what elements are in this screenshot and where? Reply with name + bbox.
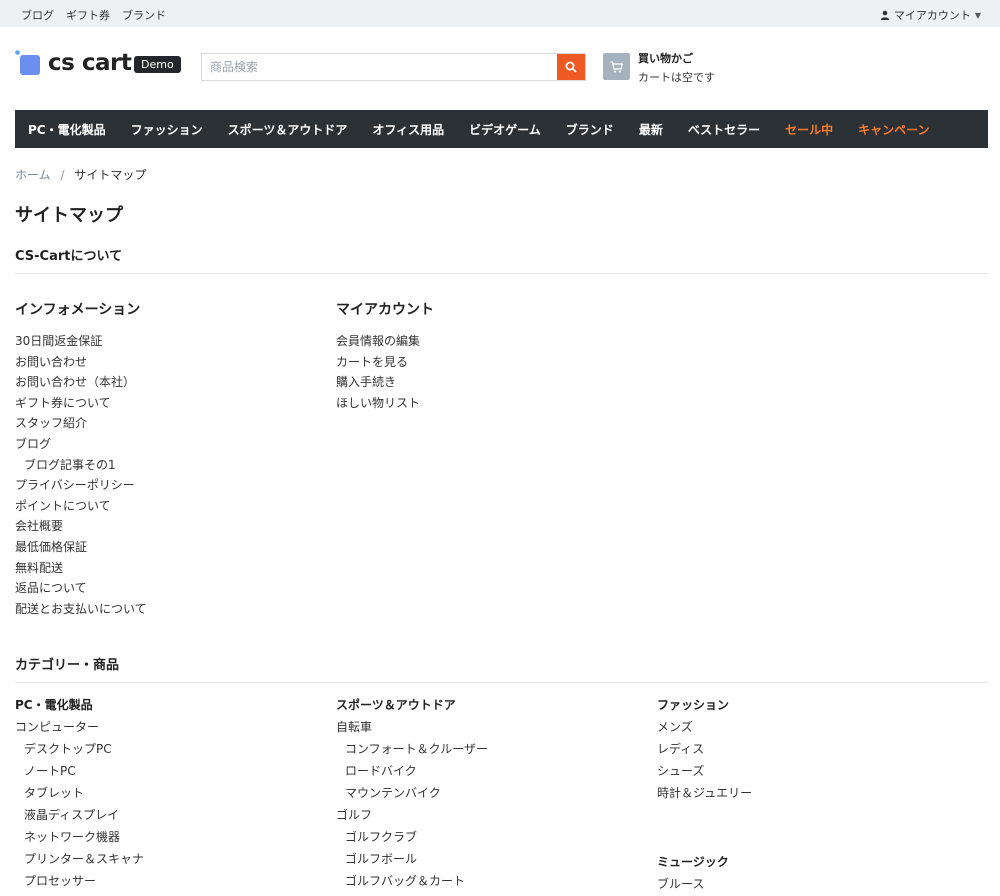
- category-link[interactable]: ゴルフボール: [336, 848, 488, 870]
- breadcrumb-separator: /: [60, 168, 65, 182]
- nav-item-new[interactable]: 最新: [639, 121, 663, 138]
- cart-title: 買い物かご: [638, 52, 693, 65]
- info-list: 30日間返金保証 お問い合わせ お問い合わせ（本社） ギフト券について スタッフ…: [15, 331, 147, 619]
- category-link[interactable]: ゴルフバッグ＆カート: [336, 870, 488, 892]
- nav-item-on-sale[interactable]: セール中: [785, 121, 833, 138]
- user-icon: [880, 10, 890, 20]
- nav-item-brands[interactable]: ブランド: [566, 121, 614, 138]
- top-link-gift-card[interactable]: ギフト券: [66, 7, 110, 23]
- top-bar: ブログ ギフト券 ブランド マイアカウント ▼: [0, 0, 1000, 27]
- category-link[interactable]: ロードバイク: [336, 760, 488, 782]
- category-link[interactable]: 液晶ディスプレイ: [15, 804, 144, 826]
- account-label: マイアカウント: [893, 9, 971, 22]
- info-link[interactable]: 返品について: [15, 578, 147, 599]
- demo-badge: Demo: [134, 56, 181, 73]
- info-link[interactable]: ブログ記事その1: [15, 455, 147, 476]
- my-account-list: 会員情報の編集 カートを見る 購入手続き ほしい物リスト: [336, 331, 420, 413]
- category-fashion: ファッション メンズ レディス シューズ 時計＆ジュエリー: [657, 694, 752, 804]
- nav-item-pc-electronics[interactable]: PC・電化製品: [28, 121, 106, 138]
- category-link[interactable]: ゴルフクラブ: [336, 826, 488, 848]
- nav-item-campaign[interactable]: キャンペーン: [858, 121, 929, 138]
- cart-icon: [610, 60, 623, 72]
- cart-status: カートは空です: [638, 71, 715, 84]
- category-link[interactable]: ネットワーク機器: [15, 826, 144, 848]
- info-link[interactable]: プライバシーポリシー: [15, 475, 147, 496]
- category-pc: PC・電化製品 コンピューター デスクトップPC ノートPC タブレット 液晶デ…: [15, 694, 144, 892]
- breadcrumb-home[interactable]: ホーム: [15, 168, 51, 182]
- category-link[interactable]: ゴルフ: [336, 804, 488, 826]
- section-categories: カテゴリー・商品: [15, 654, 988, 683]
- section-about: CS-Cartについて: [15, 245, 988, 274]
- category-music: ミュージック ブルース: [657, 851, 729, 895]
- info-link[interactable]: ギフト券について: [15, 393, 147, 414]
- page-title: サイトマップ: [15, 205, 123, 226]
- my-account-title: マイアカウント: [336, 302, 434, 318]
- nav-item-sports-outdoor[interactable]: スポーツ＆アウトドア: [228, 121, 348, 138]
- logo-text[interactable]: cs cart: [48, 50, 132, 76]
- category-link[interactable]: メンズ: [657, 716, 752, 738]
- logo-icon[interactable]: [15, 50, 43, 78]
- top-links: ブログ ギフト券 ブランド: [21, 7, 166, 23]
- cart-widget[interactable]: 買い物かご カートは空です: [603, 53, 715, 85]
- breadcrumb: ホーム / サイトマップ: [15, 166, 146, 183]
- nav-item-office[interactable]: オフィス用品: [372, 121, 444, 138]
- info-link[interactable]: 無料配送: [15, 558, 147, 579]
- my-account-link[interactable]: 会員情報の編集: [336, 331, 420, 352]
- category-link[interactable]: シューズ: [657, 760, 752, 782]
- info-link[interactable]: 会社概要: [15, 516, 147, 537]
- category-link[interactable]: ブルース: [657, 873, 729, 895]
- category-link[interactable]: ノートPC: [15, 760, 144, 782]
- category-link[interactable]: レディス: [657, 738, 752, 760]
- category-link[interactable]: デスクトップPC: [15, 738, 144, 760]
- nav-item-video-games[interactable]: ビデオゲーム: [469, 121, 541, 138]
- search-input[interactable]: [202, 54, 557, 80]
- info-title: インフォメーション: [15, 302, 141, 318]
- category-title[interactable]: PC・電化製品: [15, 694, 144, 716]
- chevron-down-icon: ▼: [974, 10, 981, 20]
- my-account-link[interactable]: カートを見る: [336, 352, 420, 373]
- category-title[interactable]: ミュージック: [657, 851, 729, 873]
- category-link[interactable]: コンフォート＆クルーザー: [336, 738, 488, 760]
- category-title[interactable]: ファッション: [657, 694, 752, 716]
- info-link[interactable]: ポイントについて: [15, 496, 147, 517]
- info-link[interactable]: 配送とお支払いについて: [15, 599, 147, 620]
- nav-item-bestsellers[interactable]: ベストセラー: [688, 121, 760, 138]
- category-link[interactable]: コンピューター: [15, 716, 144, 738]
- breadcrumb-current: サイトマップ: [74, 168, 147, 182]
- info-link[interactable]: 最低価格保証: [15, 537, 147, 558]
- search-icon: [565, 61, 577, 73]
- category-link[interactable]: 自転車: [336, 716, 488, 738]
- top-link-brands[interactable]: ブランド: [122, 7, 166, 23]
- my-account-link[interactable]: ほしい物リスト: [336, 393, 420, 414]
- category-link[interactable]: プロセッサー: [15, 870, 144, 892]
- category-link[interactable]: マウンテンバイク: [336, 782, 488, 804]
- info-link[interactable]: お問い合わせ（本社）: [15, 372, 147, 393]
- info-link[interactable]: 30日間返金保証: [15, 331, 147, 352]
- search-button[interactable]: [557, 54, 585, 80]
- category-link[interactable]: 時計＆ジュエリー: [657, 782, 752, 804]
- account-menu[interactable]: マイアカウント ▼: [880, 7, 981, 23]
- top-link-blog[interactable]: ブログ: [21, 7, 54, 23]
- category-title[interactable]: スポーツ＆アウトドア: [336, 694, 488, 716]
- my-account-link[interactable]: 購入手続き: [336, 372, 420, 393]
- main-nav: PC・電化製品 ファッション スポーツ＆アウトドア オフィス用品 ビデオゲーム …: [15, 110, 988, 148]
- info-link[interactable]: ブログ: [15, 434, 147, 455]
- category-link[interactable]: タブレット: [15, 782, 144, 804]
- category-sports: スポーツ＆アウトドア 自転車 コンフォート＆クルーザー ロードバイク マウンテン…: [336, 694, 488, 892]
- category-link[interactable]: プリンター＆スキャナ: [15, 848, 144, 870]
- nav-item-fashion[interactable]: ファッション: [131, 121, 203, 138]
- search-box: [201, 53, 586, 81]
- cart-icon-box: [603, 53, 630, 80]
- info-link[interactable]: スタッフ紹介: [15, 413, 147, 434]
- info-link[interactable]: お問い合わせ: [15, 352, 147, 373]
